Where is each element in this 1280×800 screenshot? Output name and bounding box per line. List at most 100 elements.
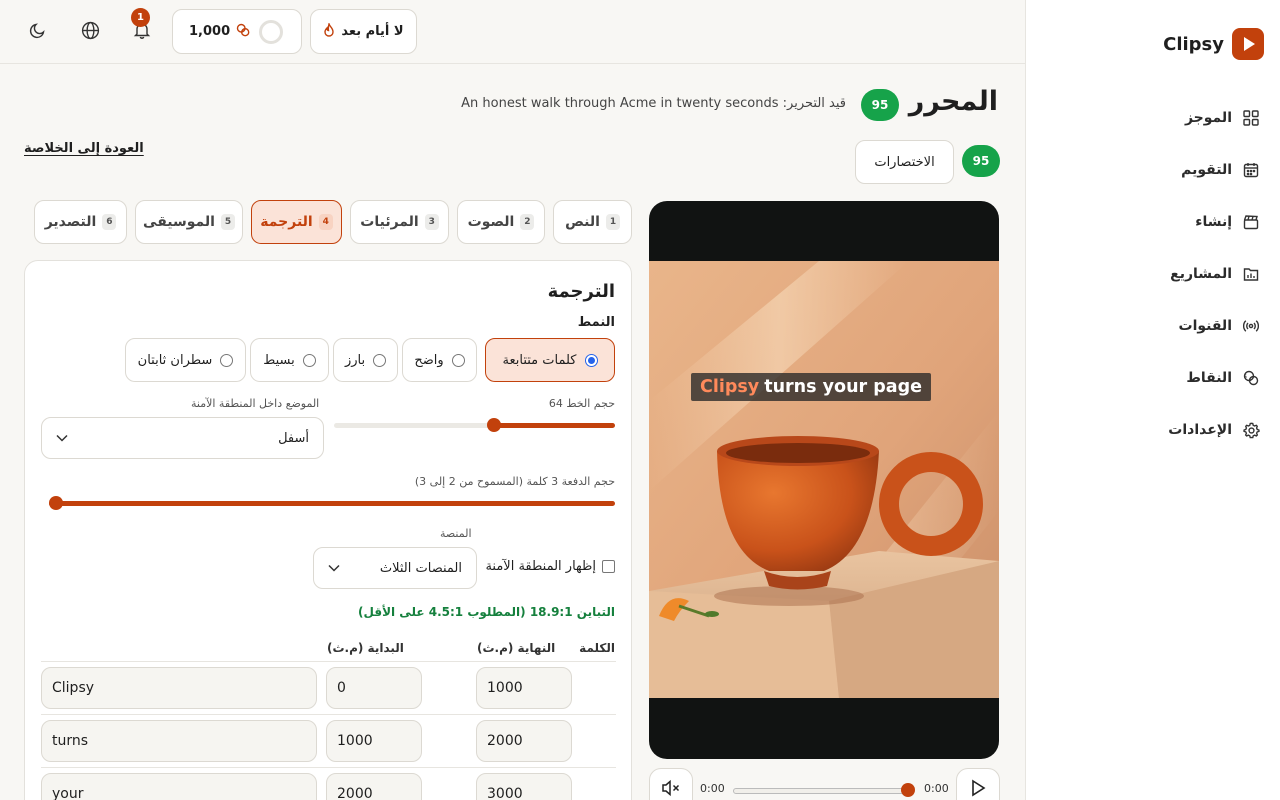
style-option-label: بارز bbox=[344, 352, 366, 368]
clapperboard-icon bbox=[1242, 213, 1260, 231]
folder-chart-icon bbox=[1242, 265, 1260, 283]
tab-export[interactable]: 6 التصدير bbox=[34, 200, 127, 244]
word-input[interactable]: Clipsy bbox=[41, 667, 317, 709]
broadcast-icon bbox=[1242, 317, 1260, 335]
tab-label: النص bbox=[565, 214, 600, 230]
notifications-button[interactable]: 1 bbox=[130, 8, 154, 44]
play-button[interactable] bbox=[956, 768, 1000, 800]
style-option-clear[interactable]: واضح bbox=[402, 338, 477, 382]
sidebar-item-label: القنوات bbox=[1178, 318, 1233, 334]
tab-number: 1 bbox=[605, 214, 620, 230]
points-progress-ring bbox=[259, 19, 283, 44]
points-button[interactable]: 1,000 bbox=[172, 9, 302, 54]
page-title: المحرر bbox=[908, 86, 998, 117]
brand[interactable]: Clipsy bbox=[1163, 28, 1264, 60]
word-input[interactable]: turns bbox=[41, 720, 317, 762]
sidebar-nav: الموجز التقويم إنشاء المشاريع القنوات $ … bbox=[1025, 92, 1280, 456]
end-ms-input[interactable]: 1000 bbox=[476, 667, 572, 709]
safe-area-checkbox[interactable] bbox=[602, 560, 615, 573]
position-label: الموضع داخل المنطقة الآمنة bbox=[191, 397, 320, 410]
caption-overlay: Clipsy turns your page bbox=[691, 373, 931, 401]
tab-visuals[interactable]: 3 المرئيات bbox=[350, 200, 449, 244]
language-button[interactable] bbox=[78, 20, 102, 44]
tab-label: التصدير bbox=[44, 214, 97, 230]
video-preview[interactable] bbox=[649, 201, 999, 759]
tab-label: المرئيات bbox=[360, 214, 419, 230]
tab-number: 2 bbox=[520, 214, 535, 230]
column-header-end: النهاية (م.ث) bbox=[477, 641, 556, 655]
play-icon bbox=[970, 779, 986, 800]
tab-label: الترجمة bbox=[260, 214, 313, 230]
coins-icon bbox=[236, 23, 250, 41]
preview-frame-image bbox=[649, 261, 999, 698]
draft-status: قيد التحرير: An honest walk through Acme… bbox=[461, 96, 846, 111]
player-controls: 0:00 0:00 bbox=[649, 768, 1000, 800]
safe-area-toggle[interactable]: إظهار المنطقة الآمنة bbox=[485, 559, 615, 574]
brand-name: Clipsy bbox=[1163, 33, 1224, 55]
back-to-feed-link[interactable]: العودة إلى الخلاصة bbox=[24, 141, 144, 156]
end-ms-input[interactable]: 2000 bbox=[476, 720, 572, 762]
sidebar-item-create[interactable]: إنشاء bbox=[1025, 196, 1280, 248]
word-input[interactable]: your bbox=[41, 773, 317, 800]
sidebar-item-points[interactable]: $ النقاط bbox=[1025, 352, 1280, 404]
sidebar-item-label: إنشاء bbox=[1195, 214, 1232, 230]
slider-thumb[interactable] bbox=[487, 418, 502, 432]
sidebar-item-projects[interactable]: المشاريع bbox=[1025, 248, 1280, 300]
font-size-label: حجم الخط 64 bbox=[548, 397, 615, 410]
theme-toggle-button[interactable] bbox=[26, 20, 50, 44]
style-option-karaoke[interactable]: كلمات متتابعة bbox=[485, 338, 615, 382]
chevron-down-icon bbox=[56, 431, 68, 446]
tab-script[interactable]: 1 النص bbox=[553, 200, 632, 244]
safe-area-label: إظهار المنطقة الآمنة bbox=[485, 559, 596, 574]
caption-rest: turns your page bbox=[764, 377, 922, 397]
slider-thumb[interactable] bbox=[49, 496, 63, 510]
moon-icon bbox=[29, 21, 47, 43]
start-ms-input[interactable]: 1000 bbox=[326, 720, 422, 762]
batch-size-slider[interactable] bbox=[49, 496, 615, 510]
coins-icon: $ bbox=[1242, 369, 1260, 387]
points-value: 1,000 bbox=[189, 24, 231, 39]
notification-count-badge: 1 bbox=[131, 8, 150, 27]
sidebar-item-settings[interactable]: الإعدادات bbox=[1025, 404, 1280, 456]
tab-number: 3 bbox=[424, 214, 439, 230]
tab-music[interactable]: 5 الموسيقى bbox=[135, 200, 243, 244]
shortcuts-button[interactable]: الاختصارات bbox=[855, 140, 954, 184]
flame-icon bbox=[323, 21, 335, 41]
radio-unselected bbox=[451, 353, 465, 367]
streak-button[interactable]: لا أيام بعد bbox=[310, 9, 417, 54]
end-ms-input[interactable]: 3000 bbox=[476, 773, 572, 800]
font-size-slider[interactable] bbox=[334, 418, 615, 432]
mute-button[interactable] bbox=[649, 768, 693, 800]
position-select[interactable]: أسفل bbox=[41, 417, 324, 459]
panel-title: الترجمة bbox=[547, 281, 615, 302]
caption-highlight-word: Clipsy bbox=[700, 377, 760, 397]
start-ms-input[interactable]: 0 bbox=[326, 667, 422, 709]
tab-number: 5 bbox=[220, 214, 235, 230]
platform-label: المنصة bbox=[440, 527, 472, 540]
tab-captions[interactable]: 4 الترجمة bbox=[251, 200, 342, 244]
platform-select[interactable]: المنصات الثلاث bbox=[313, 547, 477, 589]
style-option-bold[interactable]: بارز bbox=[333, 338, 398, 382]
speaker-muted-icon bbox=[661, 779, 681, 800]
tab-label: الموسيقى bbox=[143, 214, 215, 230]
style-option-label: كلمات متتابعة bbox=[502, 352, 577, 368]
tab-voice[interactable]: 2 الصوت bbox=[457, 200, 545, 244]
radio-unselected bbox=[220, 353, 234, 367]
slider-fill bbox=[49, 501, 615, 506]
style-option-label: واضح bbox=[414, 352, 444, 368]
play-logo-icon bbox=[1232, 28, 1264, 60]
sidebar-item-channels[interactable]: القنوات bbox=[1025, 300, 1280, 352]
seek-thumb[interactable] bbox=[901, 783, 915, 797]
sidebar-item-calendar[interactable]: التقويم bbox=[1025, 144, 1280, 196]
position-value: أسفل bbox=[278, 430, 309, 446]
start-ms-input[interactable]: 2000 bbox=[326, 773, 422, 800]
sidebar-item-label: الموجز bbox=[1184, 110, 1232, 126]
row-divider bbox=[41, 661, 616, 662]
style-option-two-lines[interactable]: سطران ثابتان bbox=[125, 338, 246, 382]
style-option-simple[interactable]: بسيط bbox=[250, 338, 329, 382]
seek-bar[interactable] bbox=[733, 788, 911, 794]
sidebar-item-feed[interactable]: الموجز bbox=[1025, 92, 1280, 144]
sidebar-item-label: الإعدادات bbox=[1168, 422, 1232, 438]
sidebar: Clipsy الموجز التقويم إنشاء المشاريع الق… bbox=[1025, 0, 1280, 800]
style-option-label: بسيط bbox=[263, 352, 295, 368]
